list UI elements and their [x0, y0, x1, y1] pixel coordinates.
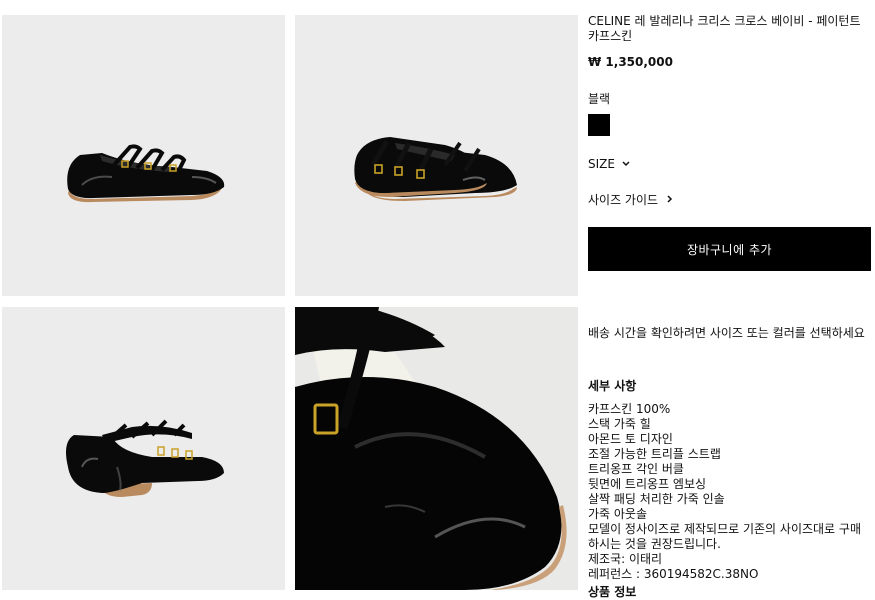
details-item: 트리옹프 각인 버클 — [588, 462, 684, 476]
details-item: 레퍼런스 : 360194582C.38NO — [588, 567, 759, 581]
shoe-pair-illustration — [354, 137, 517, 201]
details-item: 카프스킨 100% — [588, 402, 671, 416]
shoe-back-illustration — [66, 419, 224, 497]
details-item: 가죽 아웃솔 — [588, 507, 648, 521]
product-price: ₩ 1,350,000 — [588, 55, 673, 69]
product-image-toe-closeup[interactable] — [295, 307, 578, 590]
details-item: 뒷면에 트리옹프 엠보싱 — [588, 477, 707, 491]
details-item: 제조국: 이태리 — [588, 552, 663, 566]
size-guide-link[interactable]: 사이즈 가이드 — [588, 191, 870, 208]
details-item: 아몬드 토 디자인 — [588, 432, 673, 446]
product-image-pair-angle[interactable] — [295, 15, 578, 296]
shipping-note: 배송 시간을 확인하려면 사이즈 또는 컬러를 선택하세요 — [588, 326, 865, 340]
details-item: 모델이 정사이즈로 제작되므로 기존의 사이즈대로 구매하시는 것을 권장드립니… — [588, 522, 861, 551]
shoe-closeup-illustration — [295, 307, 578, 590]
product-image-pair-back[interactable] — [2, 307, 285, 590]
add-to-cart-button[interactable]: 장바구니에 추가 — [588, 227, 871, 271]
details-list: 카프스킨 100% 스택 가죽 힐 아몬드 토 디자인 조절 가능한 트리플 스… — [588, 402, 870, 582]
details-item: 스택 가죽 힐 — [588, 417, 651, 431]
size-selector[interactable]: SIZE — [588, 157, 870, 171]
product-image-side[interactable] — [2, 15, 285, 296]
color-swatch-black[interactable] — [588, 114, 610, 136]
details-heading: 세부 사항 — [588, 379, 637, 393]
product-info-toggle[interactable]: 상품 정보 — [588, 583, 870, 600]
chevron-right-icon — [666, 194, 674, 206]
size-guide-label: 사이즈 가이드 — [588, 193, 659, 207]
product-title: CELINE 레 발레리나 크리스 크로스 베이비 - 페이턴트 카프스킨 — [588, 14, 861, 43]
shoe-side-illustration — [67, 144, 225, 203]
details-item: 살짝 패딩 처리한 가죽 인솔 — [588, 492, 725, 506]
color-label: 블랙 — [588, 92, 611, 106]
chevron-down-icon — [621, 159, 631, 170]
details-item: 조절 가능한 트리플 스트랩 — [588, 447, 721, 461]
size-label: SIZE — [588, 157, 615, 171]
